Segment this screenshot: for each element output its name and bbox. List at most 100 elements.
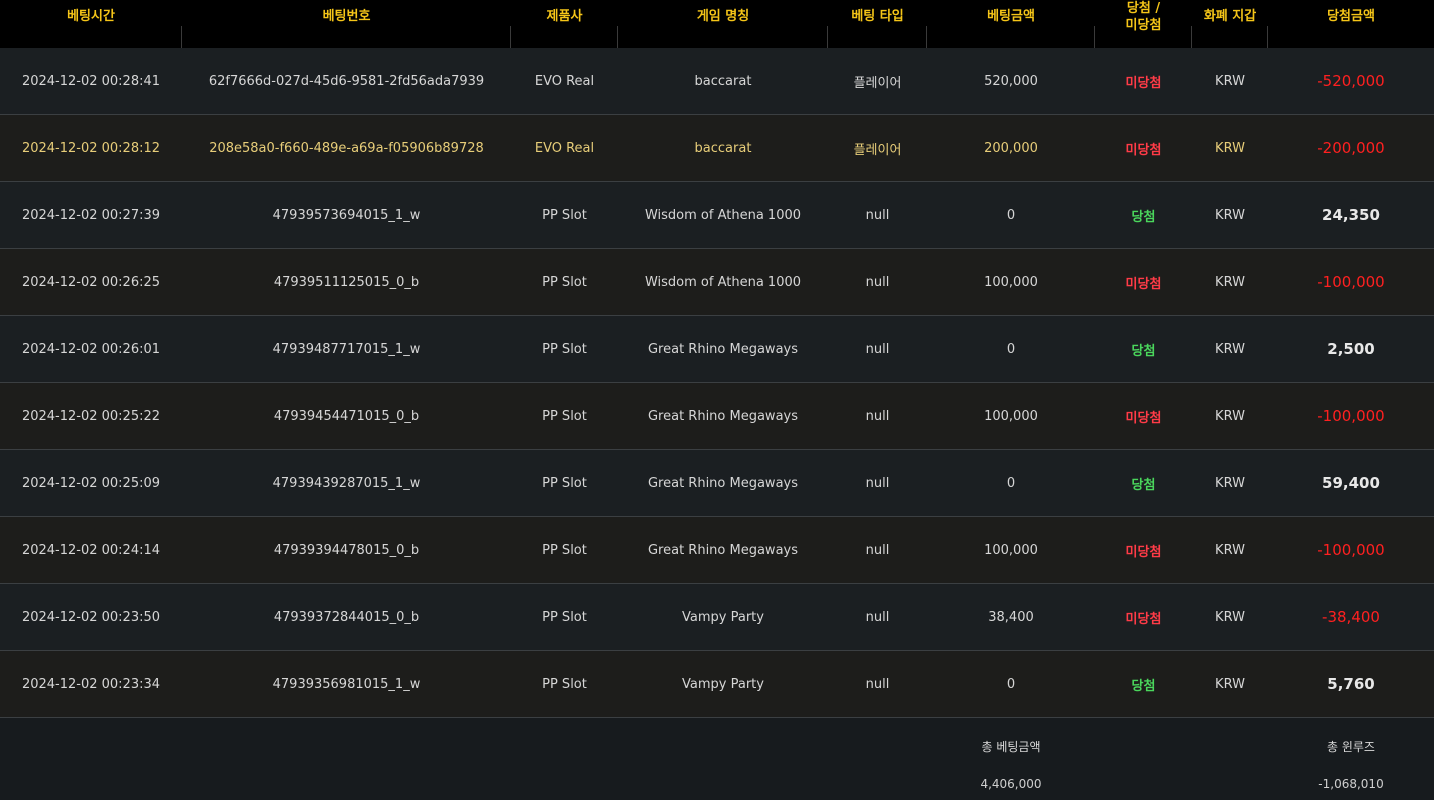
- cell-bet-amount: 0: [927, 650, 1095, 718]
- cell-bet-id: 47939394478015_0_b: [182, 516, 511, 584]
- cell-game-name: Great Rhino Megaways: [618, 382, 828, 450]
- cell-bet-time: 2024-12-02 00:23:50: [0, 583, 182, 651]
- cell-bet-type: 플레이어: [828, 114, 927, 182]
- total-winloss-label: 총 윈루즈: [1327, 740, 1375, 754]
- cell-bet-time: 2024-12-02 00:28:41: [0, 48, 182, 115]
- cell-win-amount: 24,350: [1268, 181, 1434, 249]
- cell-bet-amount: 100,000: [927, 248, 1095, 316]
- cell-win-amount: 59,400: [1268, 449, 1434, 517]
- cell-provider: EVO Real: [511, 48, 618, 115]
- cell-game-name: Vampy Party: [618, 650, 828, 718]
- cell-bet-id: 47939439287015_1_w: [182, 449, 511, 517]
- cell-bet-time: 2024-12-02 00:28:12: [0, 114, 182, 182]
- cell-provider: PP Slot: [511, 181, 618, 249]
- header-currency-wallet[interactable]: 화폐 지갑: [1192, 0, 1268, 48]
- cell-bet-time: 2024-12-02 00:24:14: [0, 516, 182, 584]
- cell-win-amount: -200,000: [1268, 114, 1434, 182]
- cell-game-name: Great Rhino Megaways: [618, 516, 828, 584]
- cell-currency: KRW: [1192, 248, 1268, 316]
- cell-bet-id: 47939573694015_1_w: [182, 181, 511, 249]
- cell-bet-type: null: [828, 449, 927, 517]
- cell-bet-type: null: [828, 516, 927, 584]
- cell-result: 당첨: [1095, 449, 1192, 517]
- cell-bet-time: 2024-12-02 00:25:22: [0, 382, 182, 450]
- cell-bet-type: null: [828, 583, 927, 651]
- cell-bet-amount: 0: [927, 449, 1095, 517]
- total-winloss-value: -1,068,010: [1318, 777, 1384, 791]
- cell-result: 미당첨: [1095, 248, 1192, 316]
- cell-bet-amount: 200,000: [927, 114, 1095, 182]
- header-game-name[interactable]: 게임 명칭: [618, 0, 828, 48]
- table-row[interactable]: 2024-12-02 00:28:41 62f7666d-027d-45d6-95…: [0, 48, 1434, 115]
- cell-bet-type: null: [828, 650, 927, 718]
- cell-bet-type: null: [828, 181, 927, 249]
- cell-currency: KRW: [1192, 650, 1268, 718]
- cell-bet-type: null: [828, 382, 927, 450]
- cell-game-name: baccarat: [618, 114, 828, 182]
- cell-currency: KRW: [1192, 449, 1268, 517]
- table-row[interactable]: 2024-12-02 00:27:39 47939573694015_1_w PP …: [0, 181, 1434, 249]
- cell-result: 당첨: [1095, 181, 1192, 249]
- cell-bet-id: 47939454471015_0_b: [182, 382, 511, 450]
- cell-currency: KRW: [1192, 382, 1268, 450]
- table-header-row: 베팅시간 베팅번호 제품사 게임 명칭 베팅 타입 베팅금액 당첨 / 미당첨 …: [0, 0, 1434, 48]
- cell-bet-id: 47939487717015_1_w: [182, 315, 511, 383]
- cell-currency: KRW: [1192, 181, 1268, 249]
- cell-provider: PP Slot: [511, 583, 618, 651]
- cell-bet-time: 2024-12-02 00:27:39: [0, 181, 182, 249]
- cell-win-amount: 5,760: [1268, 650, 1434, 718]
- cell-bet-amount: 520,000: [927, 48, 1095, 115]
- header-bet-type[interactable]: 베팅 타입: [828, 0, 927, 48]
- cell-currency: KRW: [1192, 114, 1268, 182]
- cell-currency: KRW: [1192, 48, 1268, 115]
- cell-bet-id: 47939511125015_0_b: [182, 248, 511, 316]
- cell-result: 미당첨: [1095, 48, 1192, 115]
- header-bet-amount[interactable]: 베팅금액: [927, 0, 1095, 48]
- cell-game-name: Vampy Party: [618, 583, 828, 651]
- cell-win-amount: -100,000: [1268, 248, 1434, 316]
- header-bet-id[interactable]: 베팅번호: [182, 0, 511, 48]
- header-result[interactable]: 당첨 / 미당첨: [1095, 0, 1192, 48]
- cell-bet-id: 62f7666d-027d-45d6-9581-2fd56ada7939: [182, 48, 511, 115]
- cell-bet-amount: 100,000: [927, 382, 1095, 450]
- cell-result: 당첨: [1095, 315, 1192, 383]
- cell-bet-id: 208e58a0-f660-489e-a69a-f05906b89728: [182, 114, 511, 182]
- cell-win-amount: 2,500: [1268, 315, 1434, 383]
- table-row[interactable]: 2024-12-02 00:26:25 47939511125015_0_b PP …: [0, 248, 1434, 316]
- cell-bet-time: 2024-12-02 00:26:25: [0, 248, 182, 316]
- table-body: 2024-12-02 00:28:41 62f7666d-027d-45d6-95…: [0, 48, 1434, 718]
- header-bet-time[interactable]: 베팅시간: [0, 0, 182, 48]
- table-row[interactable]: 2024-12-02 00:26:01 47939487717015_1_w PP …: [0, 315, 1434, 383]
- cell-provider: PP Slot: [511, 516, 618, 584]
- header-provider[interactable]: 제품사: [511, 0, 618, 48]
- table-row[interactable]: 2024-12-02 00:24:14 47939394478015_0_b PP …: [0, 516, 1434, 584]
- cell-bet-time: 2024-12-02 00:25:09: [0, 449, 182, 517]
- cell-game-name: Wisdom of Athena 1000: [618, 181, 828, 249]
- header-win-amount[interactable]: 당첨금액: [1268, 0, 1434, 48]
- cell-provider: EVO Real: [511, 114, 618, 182]
- cell-provider: PP Slot: [511, 248, 618, 316]
- cell-game-name: Great Rhino Megaways: [618, 449, 828, 517]
- cell-bet-amount: 0: [927, 315, 1095, 383]
- cell-win-amount: -100,000: [1268, 382, 1434, 450]
- total-bet-value: 4,406,000: [980, 777, 1042, 791]
- cell-provider: PP Slot: [511, 650, 618, 718]
- table-row[interactable]: 2024-12-02 00:23:50 47939372844015_0_b PP …: [0, 583, 1434, 651]
- cell-bet-type: 플레이어: [828, 48, 927, 115]
- table-row[interactable]: 2024-12-02 00:25:09 47939439287015_1_w PP …: [0, 449, 1434, 517]
- table-row[interactable]: 2024-12-02 00:23:34 47939356981015_1_w PP …: [0, 650, 1434, 718]
- cell-bet-amount: 38,400: [927, 583, 1095, 651]
- cell-currency: KRW: [1192, 315, 1268, 383]
- cell-result: 당첨: [1095, 650, 1192, 718]
- table-row[interactable]: 2024-12-02 00:28:12 208e58a0-f660-489e-a6…: [0, 114, 1434, 182]
- cell-win-amount: -520,000: [1268, 48, 1434, 115]
- cell-bet-type: null: [828, 248, 927, 316]
- cell-bet-id: 47939372844015_0_b: [182, 583, 511, 651]
- cell-result: 미당첨: [1095, 583, 1192, 651]
- totals-footer: 총 베팅금액 4,406,000 총 윈루즈 -1,068,010: [0, 719, 1434, 800]
- table-row[interactable]: 2024-12-02 00:25:22 47939454471015_0_b PP …: [0, 382, 1434, 450]
- cell-result: 미당첨: [1095, 516, 1192, 584]
- cell-result: 미당첨: [1095, 382, 1192, 450]
- cell-result: 미당첨: [1095, 114, 1192, 182]
- cell-game-name: baccarat: [618, 48, 828, 115]
